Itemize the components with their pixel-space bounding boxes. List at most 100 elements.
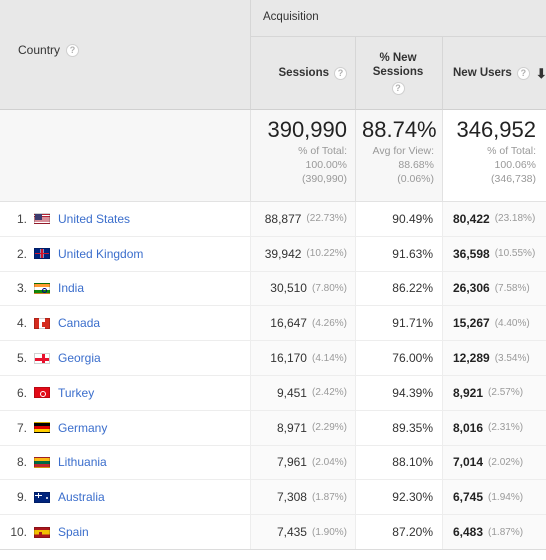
column-header-new-users[interactable]: New Users ? ⬇: [442, 37, 546, 110]
row-dimension-cell: 9. Australia: [0, 480, 250, 516]
country-link[interactable]: Germany: [58, 421, 107, 435]
flag-de-icon: [34, 422, 50, 434]
row-rank: 9.: [16, 490, 27, 505]
flag-ge-icon: [34, 352, 50, 364]
dimension-header-cell[interactable]: Country ?: [0, 0, 250, 110]
table-row: 4. Canada 16,647 (4.26%) 91.71% 15,267 (4.40%): [0, 306, 546, 342]
summary-new-users-sub-paren: (346,738): [491, 172, 536, 185]
column-header-sessions[interactable]: Sessions ?: [250, 37, 355, 110]
country-link[interactable]: Georgia: [58, 351, 101, 365]
country-link[interactable]: India: [58, 281, 84, 295]
flag-gb-icon: [34, 248, 50, 260]
country-link[interactable]: Canada: [58, 316, 100, 330]
sessions-value: 7,308: [276, 490, 307, 505]
new-users-value: 7,014: [453, 455, 484, 470]
row-dimension-cell: 7. Germany: [0, 410, 250, 446]
row-dimension-cell: 10. Spain: [0, 515, 250, 550]
country-link[interactable]: United States: [58, 212, 130, 226]
summary-pct-new-sessions-sub-label: Avg for View:: [372, 145, 434, 158]
summary-pct-new-sessions-sub: Avg for View: 88.68% (0.06%): [362, 145, 434, 187]
summary-pct-new-sessions-value: 88.74%: [362, 117, 437, 142]
summary-sessions-value: 390,990: [267, 117, 347, 142]
column-header-pct-new-sessions-label-line1: % New: [379, 51, 417, 64]
arrow-down-icon[interactable]: ⬇: [536, 67, 546, 80]
summary-new-users-value: 346,952: [456, 117, 536, 142]
sessions-value: 30,510: [270, 281, 307, 296]
table-row: 1. United States 88,877 (22.73%) 90.49% 80,42…: [0, 202, 546, 237]
sessions-value: 88,877: [264, 211, 302, 226]
table-row: 9. Australia 7,308 (1.87%) 92.30% 6,745 (1.94%…: [0, 480, 546, 516]
new-users-pct: (10.55%): [494, 248, 536, 260]
column-header-new-users-label: New Users: [453, 66, 512, 79]
table-header: Country ? Acquisition Sessions ? % New S…: [0, 0, 546, 110]
new-users-pct: (4.40%): [494, 317, 530, 329]
row-rank: 3.: [16, 281, 27, 296]
summary-sessions-sub-label: % of Total:: [298, 145, 347, 158]
question-mark-icon[interactable]: ?: [516, 66, 530, 80]
question-mark-icon[interactable]: ?: [334, 66, 347, 80]
flag-lt-icon: [34, 456, 50, 468]
new-users-pct: (2.02%): [488, 456, 524, 468]
new-users-value: 26,306: [453, 281, 490, 296]
table-row: 2. United Kingdom 39,942 (10.22%) 91.63% 36,5…: [0, 236, 546, 272]
row-cell-sessions: 8,971 (2.29%): [250, 410, 355, 446]
summary-sessions-sub-paren: (390,990): [302, 172, 347, 185]
new-users-pct: (2.57%): [488, 387, 524, 399]
sessions-value: 16,170: [270, 351, 307, 366]
row-cell-pct-new-sessions: 94.39%: [355, 375, 442, 411]
row-rank: 10.: [10, 525, 27, 540]
row-cell-new-users: 7,014 (2.02%): [442, 445, 546, 481]
question-mark-icon[interactable]: ?: [66, 43, 80, 57]
row-dimension-cell: 1. United States: [0, 202, 250, 237]
new-users-value: 8,016: [453, 420, 484, 435]
sessions-pct: (2.04%): [311, 456, 347, 468]
metric-group-header-acquisition: Acquisition: [250, 0, 546, 37]
row-rank: 8.: [16, 455, 27, 470]
sessions-pct: (22.73%): [306, 213, 347, 225]
summary-cell-new-users: 346,952 % of Total: 100.06% (346,738): [442, 110, 546, 202]
row-cell-sessions: 7,308 (1.87%): [250, 480, 355, 516]
metric-group-label: Acquisition: [263, 11, 319, 23]
country-link[interactable]: Australia: [58, 490, 105, 504]
row-cell-sessions: 39,942 (10.22%): [250, 236, 355, 272]
row-cell-pct-new-sessions: 86.22%: [355, 271, 442, 307]
pct-new-sessions-value: 92.30%: [392, 490, 433, 505]
question-mark-icon[interactable]: ?: [391, 81, 405, 95]
new-users-pct: (1.94%): [488, 491, 524, 503]
sessions-pct: (1.90%): [311, 526, 347, 538]
row-dimension-cell: 2. United Kingdom: [0, 236, 250, 272]
table-row: 7. Germany 8,971 (2.29%) 89.35% 8,016 (2.31%): [0, 410, 546, 446]
summary-cell-sessions: 390,990 % of Total: 100.00% (390,990): [250, 110, 355, 202]
sessions-value: 7,961: [276, 455, 307, 470]
flag-us-icon: [34, 213, 50, 225]
pct-new-sessions-value: 94.39%: [392, 385, 433, 400]
row-cell-sessions: 9,451 (2.42%): [250, 375, 355, 411]
row-rank: 2.: [16, 246, 27, 261]
country-link[interactable]: Lithuania: [58, 455, 107, 469]
row-rank: 5.: [16, 351, 27, 366]
row-cell-pct-new-sessions: 89.35%: [355, 410, 442, 446]
sessions-pct: (4.14%): [311, 352, 347, 364]
row-dimension-cell: 8. Lithuania: [0, 445, 250, 481]
row-cell-new-users: 6,745 (1.94%): [442, 480, 546, 516]
country-link[interactable]: United Kingdom: [58, 247, 143, 261]
new-users-value: 36,598: [453, 246, 490, 261]
sessions-value: 7,435: [276, 525, 307, 540]
new-users-value: 8,921: [453, 385, 484, 400]
flag-in-icon: [34, 282, 50, 294]
pct-new-sessions-value: 87.20%: [392, 525, 433, 540]
country-link[interactable]: Spain: [58, 525, 89, 539]
pct-new-sessions-value: 76.00%: [392, 351, 433, 366]
summary-cell-pct-new-sessions: 88.74% Avg for View: 88.68% (0.06%): [355, 110, 442, 202]
country-link[interactable]: Turkey: [58, 386, 94, 400]
new-users-pct: (3.54%): [494, 352, 530, 364]
summary-new-users-sub: % of Total: 100.06% (346,738): [449, 145, 536, 187]
row-dimension-cell: 5. Georgia: [0, 341, 250, 376]
sessions-pct: (1.87%): [311, 491, 347, 503]
column-header-pct-new-sessions[interactable]: % New Sessions ?: [355, 37, 442, 110]
row-cell-pct-new-sessions: 87.20%: [355, 515, 442, 550]
flag-tr-icon: [34, 387, 50, 399]
row-dimension-cell: 4. Canada: [0, 306, 250, 342]
row-rank: 7.: [16, 420, 27, 435]
summary-new-users-sub-value: 100.06%: [494, 158, 536, 171]
